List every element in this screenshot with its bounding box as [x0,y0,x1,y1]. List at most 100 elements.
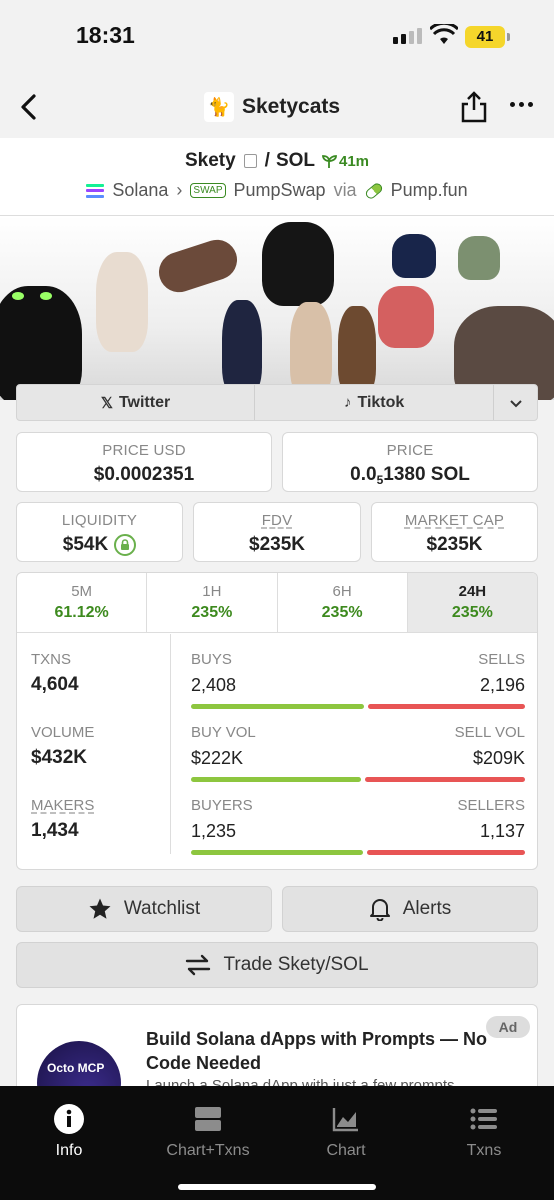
black-cat-left [0,286,82,400]
price-usd-card: PRICE USD $0.0002351 [16,432,272,492]
watchlist-button[interactable]: Watchlist [16,886,272,932]
liquidity-label: LIQUIDITY [61,512,138,529]
tab-chart-txns-label: Chart+Txns [166,1142,250,1159]
suit-cat [222,300,262,396]
bottom-tab-bar: Info Chart+Txns Chart Txns [0,1086,554,1200]
tab-chart[interactable]: Chart [311,1104,381,1160]
token-logo: 🐈 [204,92,234,122]
star-icon [89,898,111,919]
white-cat [96,252,148,352]
volume-bar [191,777,525,782]
tab-label: 24H [458,583,487,600]
tab-info[interactable]: Info [34,1104,104,1160]
makers-label[interactable]: MAKERS [31,797,94,814]
sell-bar [365,777,525,782]
green-cat [458,236,500,280]
tab-label: 1H [202,583,222,600]
page-title: Sketycats [242,95,341,118]
sells-label: SELLS [478,651,525,668]
launchpad-link[interactable]: Pump.fun [391,180,468,201]
tab-change: 235% [321,604,363,621]
pair-info: Skety / SOL 41m Solana › SWAP PumpSwap v… [0,138,554,216]
dex-link[interactable]: PumpSwap [234,180,326,201]
sellers-value: 1,137 [479,821,525,841]
liquidity-value: $54K [62,534,109,555]
chevron-right-icon: › [176,180,183,200]
tab-5m[interactable]: 5M 61.12% [17,573,148,632]
price-native-prefix: 0.0 [350,464,377,485]
chart-icon [332,1108,358,1132]
share-icon[interactable] [460,90,488,124]
sprout-icon [322,155,337,168]
ad-image-text: Octo MCP [47,1061,105,1075]
market-cap-card: MARKET CAP $235K [371,502,538,562]
volume-split: BUY VOL SELL VOL $222K $209K [191,724,525,782]
list-icon [470,1108,497,1130]
volume-label: VOLUME [31,724,95,741]
cat-eye [12,292,24,300]
more-options-icon[interactable] [510,102,533,107]
tab-info-label: Info [55,1142,83,1159]
status-bar: 18:31 41 [0,0,554,76]
pumpswap-icon: SWAP [190,183,226,198]
twitter-label: Twitter [118,393,171,411]
split-icon [195,1107,221,1131]
sells-value: 2,196 [479,675,525,695]
back-arrow-icon[interactable] [14,90,44,124]
cat-eye [40,292,52,300]
tiktok-button[interactable]: ♪ Tiktok [255,385,495,420]
trading-stats-panel: 5M 61.12% 1H 235% 6H 235% 24H 235% TXNS … [16,572,538,870]
tab-6h[interactable]: 6H 235% [278,573,408,632]
navy-cat [392,234,436,278]
fdv-label[interactable]: FDV [194,512,360,529]
price-native-card: PRICE 0.051380 SOL [282,432,538,492]
social-links: 𝕏 Twitter ♪ Tiktok [16,384,538,421]
trade-button[interactable]: Trade Skety/SOL [16,942,538,988]
twitter-button[interactable]: 𝕏 Twitter [17,385,256,420]
tab-change: 235% [451,604,493,621]
home-indicator [178,1184,376,1190]
buys-sells-bar [191,704,525,709]
pair-separator: / [264,150,270,171]
tab-txns[interactable]: Txns [449,1104,519,1160]
volume-metric: VOLUME $432K [31,724,94,769]
buys-value: 2,408 [191,675,237,695]
wifi-icon [430,24,458,44]
alerts-button[interactable]: Alerts [282,886,538,932]
chevron-down-icon [509,399,522,407]
quote-token: SOL [275,150,315,171]
buyers-sellers-bar [191,850,525,855]
tab-txns-label: Txns [466,1142,502,1159]
tab-chart-txns[interactable]: Chart+Txns [158,1104,258,1160]
buyers-sellers-split: BUYERS SELLERS 1,235 1,137 [191,797,525,855]
market-cap-label[interactable]: MARKET CAP [372,512,537,529]
buyers-value: 1,235 [191,821,237,841]
fdv-card: FDV $235K [193,502,361,562]
sell-bar [366,850,525,855]
goggles-cat [338,306,376,396]
buy-volume-value: $222K [191,748,244,768]
tab-24h[interactable]: 24H 235% [407,573,537,632]
battery-level: 41 [465,26,505,48]
chain-link[interactable]: Solana [112,180,168,201]
buys-sells-split: BUYS SELLS 2,408 2,196 [191,651,525,709]
tab-label: 6H [332,583,352,600]
sell-bar [367,704,525,709]
info-icon [54,1104,84,1134]
navigation-bar: 🐈 Sketycats [0,76,554,138]
volume-value: $432K [31,747,87,768]
txns-label: TXNS [31,651,72,668]
more-links-dropdown[interactable] [494,385,537,420]
battery-tip [507,33,510,41]
buy-bar [191,777,361,782]
buyers-label: BUYERS [191,797,253,814]
tab-1h[interactable]: 1H 235% [147,573,278,632]
header-title-group: 🐈 Sketycats [204,92,340,122]
alerts-label: Alerts [402,898,452,919]
txns-value: 4,604 [31,674,79,695]
lock-icon[interactable] [114,534,137,556]
pill-icon [363,180,384,201]
copy-icon[interactable] [243,154,257,168]
buy-bar [191,850,363,855]
status-time: 18:31 [76,22,135,48]
